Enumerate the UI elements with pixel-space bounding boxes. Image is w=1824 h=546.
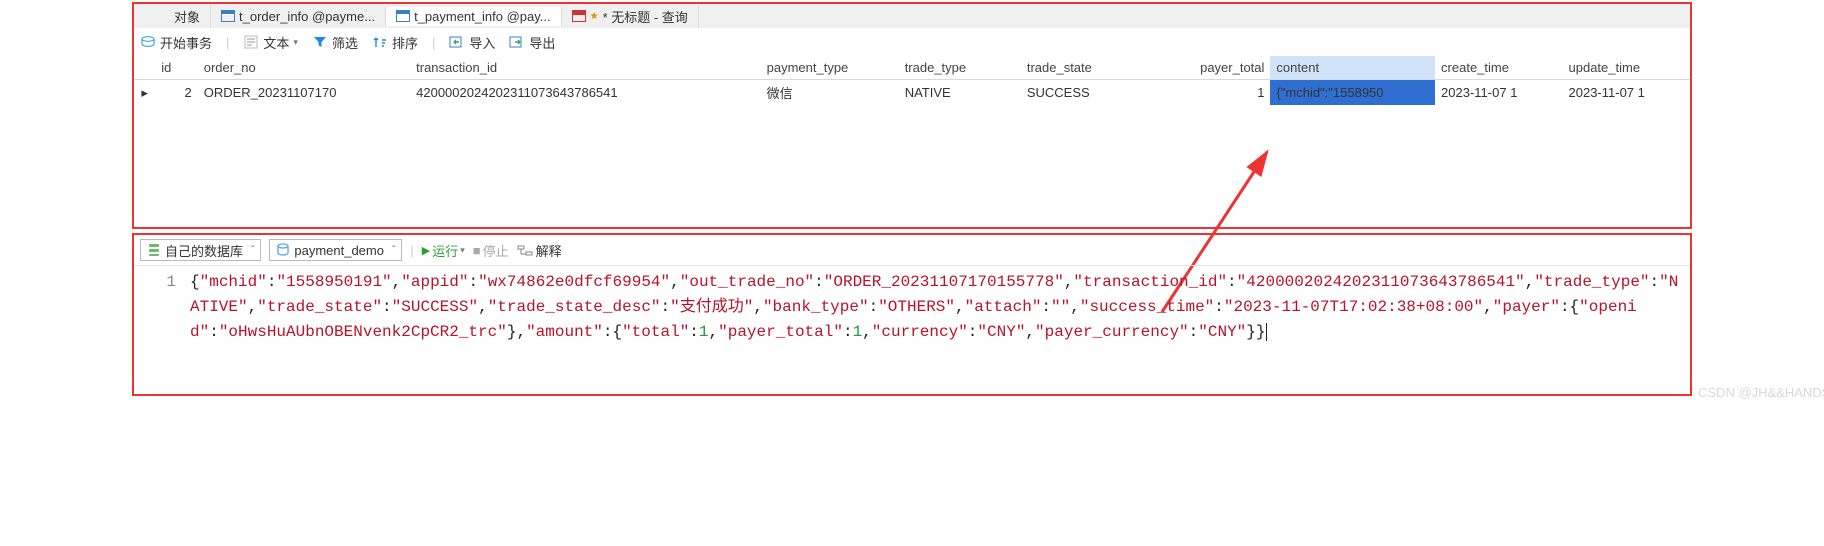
result-grid[interactable]: id order_no transaction_id payment_type … <box>134 56 1690 105</box>
table-icon <box>396 10 410 22</box>
separator: | <box>410 243 413 258</box>
export-button[interactable]: 导出 <box>509 33 555 52</box>
label: 导入 <box>469 33 495 52</box>
tab-objects[interactable]: 对象 <box>164 5 211 28</box>
label: 运行 <box>432 241 458 260</box>
database-icon <box>276 243 290 257</box>
label: 停止 <box>483 241 509 260</box>
separator: | <box>432 35 435 50</box>
filter-button[interactable]: 筛选 <box>312 33 358 52</box>
table-icon <box>221 10 235 22</box>
import-icon <box>449 34 465 50</box>
query-toolbar: 自己的数据库 ˇ payment_demo ˇ | ▶ 运行 ▾ ■ 停止 <box>134 235 1690 266</box>
tab-label: t_order_info @payme... <box>239 9 375 24</box>
col-trade-type[interactable]: trade_type <box>899 56 1021 80</box>
text-icon <box>243 34 259 50</box>
col-trade-state[interactable]: trade_state <box>1021 56 1148 80</box>
col-order-no[interactable]: order_no <box>198 56 410 80</box>
watermark: CSDN @JH&&HANDSOME <box>1698 385 1824 400</box>
line-number: 1 <box>140 270 190 295</box>
cell-update-time[interactable]: 2023-11-07 1 <box>1563 80 1691 106</box>
tab-untitled-query[interactable]: ★ * 无标题 - 查询 <box>562 5 699 28</box>
col-payer-total[interactable]: payer_total <box>1148 56 1270 80</box>
cell-payer-total[interactable]: 1 <box>1148 80 1270 106</box>
col-transaction-id[interactable]: transaction_id <box>410 56 760 80</box>
editor-tabs: 对象 t_order_info @payme... t_payment_info… <box>134 4 1690 28</box>
table-row[interactable]: ▸ 2 ORDER_20231107170 420000202420231107… <box>134 80 1690 106</box>
filter-icon <box>312 34 328 50</box>
query-icon <box>572 10 586 22</box>
cell-create-time[interactable]: 2023-11-07 1 <box>1435 80 1562 106</box>
connection-icon <box>147 243 161 257</box>
export-icon <box>509 34 525 50</box>
label: 导出 <box>529 33 555 52</box>
cell-payment-type[interactable]: 微信 <box>761 80 899 106</box>
tab-label: t_payment_info @pay... <box>414 9 551 24</box>
label: 开始事务 <box>160 33 212 52</box>
stop-button: ■ 停止 <box>473 241 509 260</box>
connection-name: 自己的数据库 <box>165 241 243 260</box>
col-update-time[interactable]: update_time <box>1563 56 1691 80</box>
chevron-down-icon: ˇ <box>247 245 254 256</box>
play-icon: ▶ <box>422 244 430 257</box>
database-select[interactable]: payment_demo ˇ <box>269 239 402 261</box>
label: 文本 <box>263 33 289 52</box>
label: 筛选 <box>332 33 358 52</box>
text-mode-button[interactable]: 文本 ▾ <box>243 33 298 52</box>
sort-button[interactable]: 排序 <box>372 33 418 52</box>
import-button[interactable]: 导入 <box>449 33 495 52</box>
cell-transaction-id[interactable]: 4200002024202311073643786541 <box>410 80 760 106</box>
tab-label: 对象 <box>174 7 200 26</box>
dropdown-caret: ▾ <box>293 37 298 48</box>
transaction-icon <box>140 34 156 50</box>
tab-label: * 无标题 - 查询 <box>603 7 688 26</box>
row-marker: ▸ <box>134 80 155 106</box>
cell-id[interactable]: 2 <box>155 80 197 106</box>
explain-button[interactable]: 解释 <box>517 241 562 260</box>
stop-icon: ■ <box>473 243 481 258</box>
cell-order-no[interactable]: ORDER_20231107170 <box>198 80 410 106</box>
begin-transaction-button[interactable]: 开始事务 <box>140 33 212 52</box>
connection-select[interactable]: 自己的数据库 ˇ <box>140 239 261 261</box>
col-create-time[interactable]: create_time <box>1435 56 1562 80</box>
tab-payment-info[interactable]: t_payment_info @pay... <box>386 7 562 26</box>
chevron-down-icon: ˇ <box>388 245 395 256</box>
label: 排序 <box>392 33 418 52</box>
col-id[interactable]: id <box>155 56 197 80</box>
run-button[interactable]: ▶ 运行 ▾ <box>422 241 465 260</box>
col-content[interactable]: content <box>1270 56 1435 80</box>
cell-content[interactable]: {"mchid":"1558950 <box>1270 80 1435 106</box>
dropdown-caret: ▾ <box>460 245 465 256</box>
label: 解释 <box>536 241 562 260</box>
sql-editor[interactable]: {"mchid":"1558950191","appid":"wx74862e0… <box>190 270 1684 344</box>
sort-icon <box>372 34 388 50</box>
explain-icon <box>517 244 533 257</box>
database-name: payment_demo <box>294 243 384 258</box>
col-payment-type[interactable]: payment_type <box>761 56 899 80</box>
separator: | <box>226 35 229 50</box>
tab-order-info[interactable]: t_order_info @payme... <box>211 7 386 26</box>
grid-toolbar: 开始事务 | 文本 ▾ 筛选 排序 | <box>134 28 1690 56</box>
cell-trade-state[interactable]: SUCCESS <box>1021 80 1148 106</box>
unsaved-star-icon: ★ <box>590 11 599 22</box>
cell-trade-type[interactable]: NATIVE <box>899 80 1021 106</box>
